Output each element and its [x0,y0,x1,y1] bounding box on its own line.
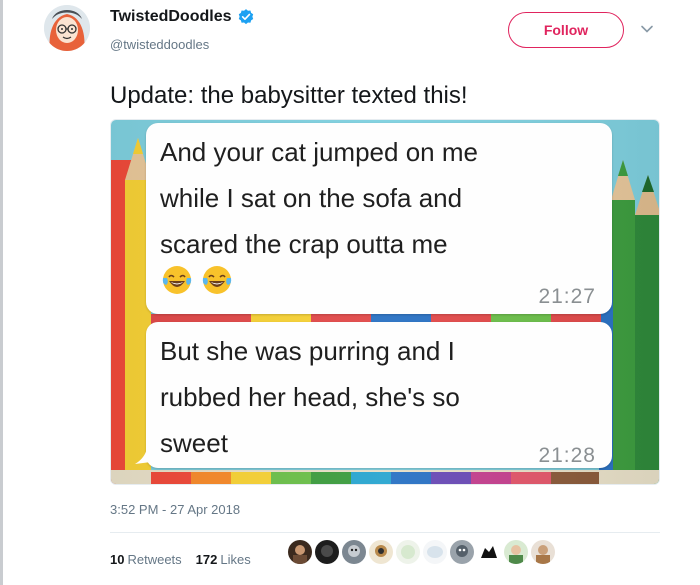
emoji-row [160,263,234,297]
likes-count: 172 [195,552,218,567]
tears-of-joy-emoji-icon [202,266,232,294]
liker-avatar[interactable] [315,540,339,564]
retweets-count: 10 [110,552,125,567]
message-line: sweet [160,428,228,458]
message-line: But she was purring and I [160,336,455,366]
cartoon-woman-avatar-icon [44,5,90,51]
follow-button[interactable]: Follow [508,12,624,48]
message-line: rubbed her head, she's so [160,382,460,412]
message-line: while I sat on the sofa and [160,183,463,213]
message-text: But she was purring and I rubbed her hea… [160,328,600,466]
liker-avatars [288,540,555,564]
message-time: 21:27 [538,285,596,308]
message-time: 21:28 [538,444,596,467]
chevron-down-icon[interactable] [640,22,654,36]
retweets-stat[interactable]: 10 Retweets [110,552,182,567]
retweets-label: Retweets [127,552,182,567]
likes-stat[interactable]: 172 Likes [196,552,251,567]
message-text: And your cat jumped on me while I sat on… [160,129,600,267]
liker-avatar[interactable] [342,540,366,564]
tears-of-joy-emoji-icon [162,266,192,294]
verified-badge-icon [238,9,253,25]
tweet-media-image[interactable]: And your cat jumped on me while I sat on… [110,119,660,485]
liker-avatar[interactable] [450,540,474,564]
liker-avatar[interactable] [504,540,528,564]
bubble-tail [135,448,151,464]
liker-avatar[interactable] [288,540,312,564]
liker-avatar[interactable] [396,540,420,564]
message-bubble: And your cat jumped on me while I sat on… [146,123,612,314]
author-handle[interactable]: @twisteddoodles [110,37,209,52]
tweet-card: TwistedDoodles @twisteddoodles Follow Up… [0,0,700,585]
window-edge [0,0,3,585]
message-line: scared the crap outta me [160,229,448,259]
display-name[interactable]: TwistedDoodles [110,8,232,26]
liker-avatar[interactable] [531,540,555,564]
divider [110,532,660,533]
tweet-timestamp[interactable]: 3:52 PM - 27 Apr 2018 [110,502,240,517]
message-bubble: But she was purring and I rubbed her hea… [146,322,612,468]
message-line: And your cat jumped on me [160,137,478,167]
author-avatar[interactable] [44,5,90,51]
tweet-text: Update: the babysitter texted this! [110,82,468,109]
tweet-stats: 10 Retweets 172 Likes [110,552,251,567]
liker-avatar[interactable] [423,540,447,564]
likes-label: Likes [220,552,251,567]
author-name[interactable]: TwistedDoodles [110,8,255,26]
liker-avatar[interactable] [369,540,393,564]
liker-avatar[interactable] [477,540,501,564]
